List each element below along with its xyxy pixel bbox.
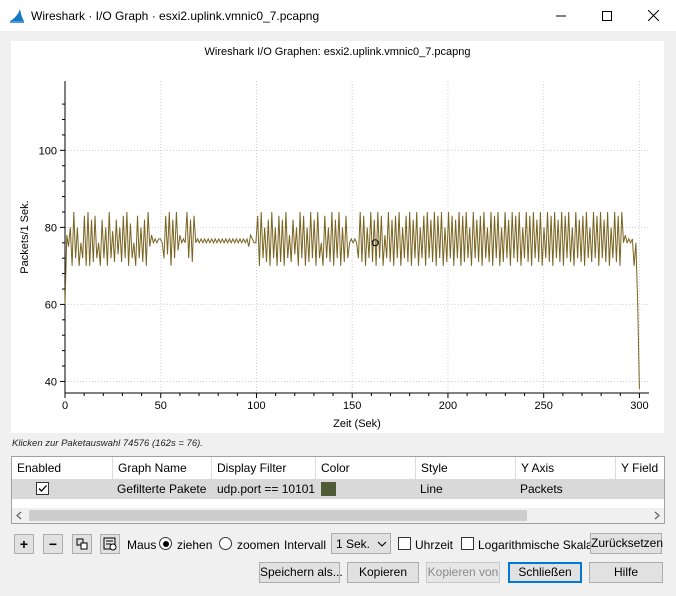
graph-table[interactable]: Enabled Graph Name Display Filter Color … [11,456,665,524]
duplicate-graph-button[interactable] [72,534,92,554]
copy-from-button[interactable]: Kopieren von [426,562,500,583]
scroll-right-icon[interactable] [649,508,664,523]
drag-label[interactable]: ziehen [177,538,212,552]
reset-button[interactable]: Zurücksetzen [590,533,663,554]
col-header-y-field[interactable]: Y Field [616,457,664,479]
title-bar: Wireshark · I/O Graph · esxi2.uplink.vmn… [0,0,676,31]
x-tick-label: 100 [247,400,265,412]
display-filter-cell[interactable]: udp.port == 10101 [217,479,315,499]
col-header-color[interactable]: Color [316,457,416,479]
add-graph-button[interactable]: + [14,534,34,554]
close-icon [647,10,659,21]
scroll-left-icon[interactable] [12,508,27,523]
interval-value: 1 Sek. [336,537,371,551]
enabled-checkbox[interactable] [36,482,49,495]
copy-button[interactable]: Kopieren [347,562,419,583]
close-window-button[interactable] [630,0,676,31]
zoom-label[interactable]: zoomen [237,538,280,552]
col-header-graph-name[interactable]: Graph Name [113,457,212,479]
log-scale-checkbox[interactable] [461,537,474,550]
interval-label: Intervall [284,538,327,552]
col-header-style[interactable]: Style [416,457,516,479]
save-as-button[interactable]: Speichern als... [259,562,343,583]
time-of-day-label[interactable]: Uhrzeit [415,538,453,552]
x-tick-label: 200 [439,400,457,412]
y-axis-label: Packets/1 Sek. [19,200,31,273]
status-hint: Klicken zur Paketauswahl 74576 (162s = 7… [12,438,203,449]
time-of-day-checkbox[interactable] [398,537,411,550]
col-header-enabled[interactable]: Enabled [12,457,113,479]
io-graph-plot[interactable]: Wireshark I/O Graphen: esxi2.uplink.vmni… [11,41,664,433]
help-button[interactable]: Hilfe [589,562,663,583]
io-graph-chart[interactable]: 0 50 100 150 200 250 300 40 60 80 100 Zeit (Sek) Pac… [11,41,664,433]
mouse-label: Maus [127,538,157,552]
wireshark-fin-icon [10,9,24,23]
zoom-radio[interactable] [219,537,232,550]
close-button[interactable]: Schließen [508,562,582,583]
remove-graph-button[interactable]: − [43,534,63,554]
y-tick-label: 80 [45,222,57,234]
maximize-button[interactable] [584,0,630,31]
scrollbar-thumb[interactable] [29,510,527,521]
y-tick-label: 40 [45,376,57,388]
x-tick-label: 250 [535,400,553,412]
window-title: Wireshark · I/O Graph · esxi2.uplink.vmn… [31,9,320,23]
minimize-button[interactable] [538,0,584,31]
minimize-icon [556,15,566,16]
col-header-display-filter[interactable]: Display Filter [212,457,316,479]
chevron-down-icon [377,541,387,547]
x-tick-label: 150 [343,400,361,412]
color-swatch[interactable] [321,482,336,496]
clear-graphs-button[interactable] [100,534,120,554]
checkmark-icon [38,485,47,492]
graph-name-cell[interactable]: Gefilterte Pakete [117,479,206,499]
remove-label: − [48,536,58,552]
style-cell[interactable]: Line [420,479,443,499]
add-label: + [19,536,29,552]
x-tick-label: 50 [155,400,167,412]
x-tick-label: 0 [62,400,68,412]
table-row[interactable]: Gefilterte Pakete udp.port == 10101 Line… [12,479,664,499]
log-scale-label[interactable]: Logarithmische Skala [478,538,593,552]
clear-list-icon [103,537,117,551]
y-tick-label: 60 [45,299,57,311]
interval-select[interactable]: 1 Sek. [331,533,391,554]
x-axis-label: Zeit (Sek) [333,418,381,430]
duplicate-icon [76,538,88,550]
maximize-icon [602,10,612,21]
y-tick-label: 100 [39,145,57,157]
col-header-y-axis[interactable]: Y Axis [516,457,616,479]
y-axis-cell[interactable]: Packets [520,479,563,499]
x-tick-label: 300 [630,400,648,412]
drag-radio[interactable] [159,537,172,550]
horizontal-scrollbar[interactable] [12,508,664,523]
